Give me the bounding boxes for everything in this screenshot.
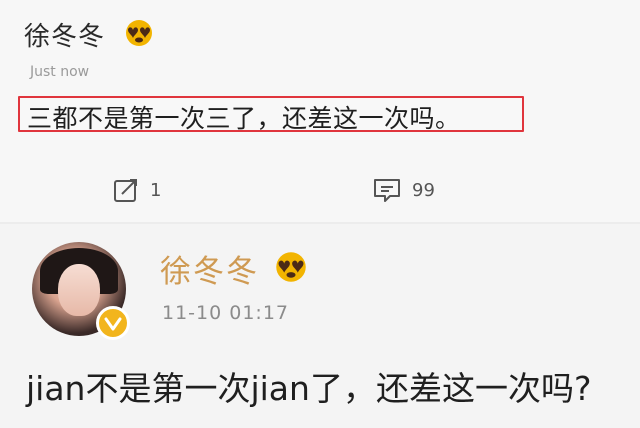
- reply-author-name[interactable]: 徐冬冬: [160, 246, 259, 291]
- repost-icon: [112, 176, 140, 204]
- post-timestamp: Just now: [30, 64, 90, 80]
- post-text: 三都不是第一次三了，还差这一次吗。: [27, 104, 461, 133]
- comment-icon: [372, 176, 402, 204]
- reply-timestamp: 11-10 01:17: [162, 302, 290, 324]
- comment-count: 99: [412, 179, 435, 201]
- repost-button[interactable]: 1: [112, 176, 161, 204]
- reply-text: jian不是第一次jian了，还差这一次吗?: [26, 369, 592, 408]
- post-author-name[interactable]: 徐冬冬: [24, 16, 105, 53]
- heart-eyes-emoji-icon: [274, 250, 308, 284]
- verified-badge-icon: [96, 306, 130, 340]
- heart-eyes-emoji-icon: [124, 18, 154, 48]
- comment-button[interactable]: 99: [372, 176, 435, 204]
- highlighted-post-text-box: 三都不是第一次三了，还差这一次吗。: [18, 96, 524, 133]
- avatar-face: [58, 264, 100, 316]
- repost-count: 1: [150, 179, 162, 201]
